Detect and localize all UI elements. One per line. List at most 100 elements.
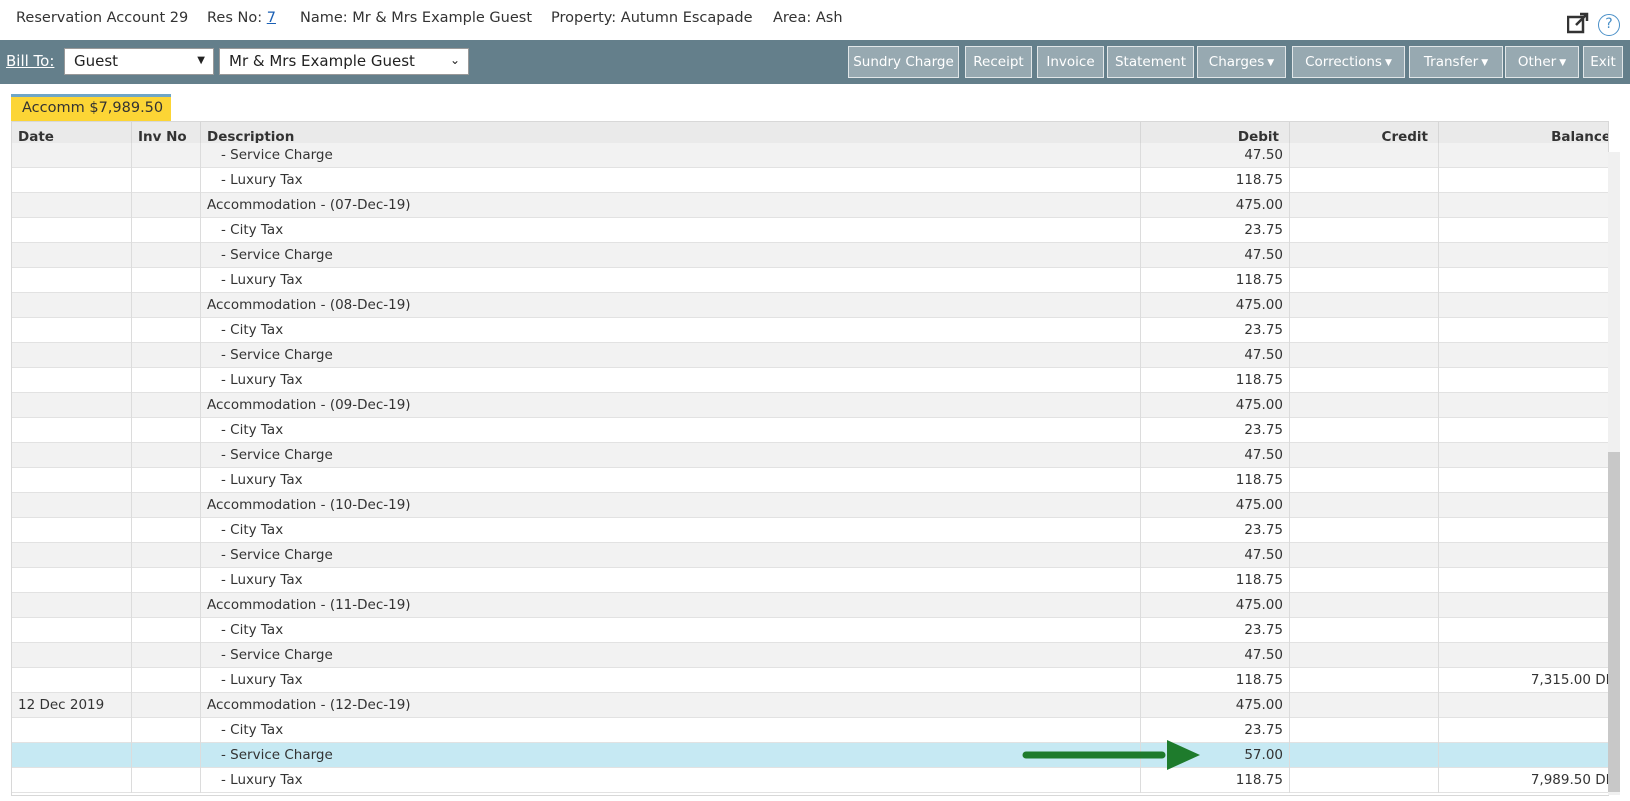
table-row[interactable]: - City Tax 23.75 — [12, 518, 1608, 543]
cell-credit — [1290, 243, 1439, 268]
toolbar-button-label: Transfer — [1423, 54, 1479, 70]
toolbar-button-other[interactable]: Other ▼ — [1505, 46, 1579, 78]
table-row[interactable]: - Service Charge 47.50 — [12, 543, 1608, 568]
toolbar-button-corrections[interactable]: Corrections ▼ — [1292, 46, 1405, 78]
toolbar-button-transfer[interactable]: Transfer ▼ — [1409, 46, 1503, 78]
help-icon[interactable]: ? — [1598, 14, 1620, 36]
cell-debit: 47.50 — [1141, 443, 1290, 468]
cell-date — [12, 393, 132, 418]
cell-credit — [1290, 718, 1439, 743]
cell-inv-no — [132, 243, 201, 268]
cell-inv-no — [132, 668, 201, 693]
chevron-down-icon: ▼ — [1481, 58, 1489, 68]
cell-description: - City Tax — [201, 718, 1141, 743]
table-row[interactable]: - City Tax 23.75 — [12, 218, 1608, 243]
cell-date — [12, 768, 132, 793]
res-no-link[interactable]: 7 — [267, 10, 276, 26]
cell-balance: 7,989.50 DR — [1439, 768, 1608, 793]
table-row[interactable]: - City Tax 23.75 — [12, 618, 1608, 643]
cell-description: - Service Charge — [201, 343, 1141, 368]
table-row[interactable]: Accommodation - (10-Dec-19) 475.00 — [12, 493, 1608, 518]
cell-date — [12, 468, 132, 493]
table-row[interactable]: - Luxury Tax 118.75 — [12, 468, 1608, 493]
cell-date — [12, 368, 132, 393]
cell-description: - Service Charge — [201, 643, 1141, 668]
property-name: Property: Autumn Escapade — [551, 10, 753, 26]
cell-date — [12, 293, 132, 318]
cell-credit — [1290, 193, 1439, 218]
toolbar-button-sundry-charge[interactable]: Sundry Charge — [848, 46, 959, 78]
cell-inv-no — [132, 218, 201, 243]
cell-inv-no — [132, 418, 201, 443]
cell-debit: 47.50 — [1141, 543, 1290, 568]
toolbar-button-charges[interactable]: Charges ▼ — [1197, 46, 1286, 78]
chevron-down-icon: ⌄ — [449, 53, 460, 67]
cell-inv-no — [132, 743, 201, 768]
toolbar-button-exit[interactable]: Exit — [1583, 46, 1623, 78]
table-row[interactable]: - Luxury Tax 118.75 — [12, 568, 1608, 593]
cell-credit — [1290, 593, 1439, 618]
table-row[interactable]: - City Tax 23.75 — [12, 418, 1608, 443]
table-row[interactable]: - Service Charge 47.50 — [12, 243, 1608, 268]
bill-to-name-select[interactable]: Mr & Mrs Example Guest ⌄ — [219, 48, 469, 75]
external-link-icon[interactable] — [1567, 12, 1589, 34]
cell-debit: 118.75 — [1141, 568, 1290, 593]
table-row[interactable]: - Service Charge 47.50 — [12, 143, 1608, 168]
toolbar-button-invoice[interactable]: Invoice — [1037, 46, 1104, 78]
cell-description: - City Tax — [201, 518, 1141, 543]
table-row[interactable]: - City Tax 23.75 — [12, 718, 1608, 743]
cell-inv-no — [132, 718, 201, 743]
table-row[interactable]: - Luxury Tax 118.75 — [12, 368, 1608, 393]
cell-date — [12, 593, 132, 618]
table-row[interactable]: 12 Dec 2019 Accommodation - (12-Dec-19) 47… — [12, 693, 1608, 718]
cell-date — [12, 418, 132, 443]
cell-inv-no — [132, 268, 201, 293]
cell-date — [12, 668, 132, 693]
table-row[interactable]: - Service Charge 57.00 — [12, 743, 1608, 768]
bill-to-type-select[interactable]: Guest ▼ — [64, 48, 214, 75]
bill-to-name-value: Mr & Mrs Example Guest — [229, 52, 415, 70]
cell-inv-no — [132, 568, 201, 593]
table-row[interactable]: Accommodation - (07-Dec-19) 475.00 — [12, 193, 1608, 218]
cell-inv-no — [132, 193, 201, 218]
cell-debit: 47.50 — [1141, 143, 1290, 168]
cell-description: - Luxury Tax — [201, 768, 1141, 793]
cell-balance — [1439, 418, 1608, 443]
chevron-down-icon: ▼ — [1559, 58, 1567, 68]
cell-inv-no — [132, 393, 201, 418]
tab-accomm[interactable]: Accomm $7,989.50 — [11, 94, 171, 121]
cell-balance — [1439, 468, 1608, 493]
toolbar: Bill To: Guest ▼ Mr & Mrs Example Guest … — [0, 40, 1630, 84]
scrollbar-thumb[interactable] — [1608, 452, 1620, 792]
cell-inv-no — [132, 168, 201, 193]
cell-date — [12, 618, 132, 643]
table-row[interactable]: Accommodation - (08-Dec-19) 475.00 — [12, 293, 1608, 318]
cell-date — [12, 143, 132, 168]
cell-balance — [1439, 493, 1608, 518]
table-row[interactable]: - Service Charge 47.50 — [12, 643, 1608, 668]
cell-inv-no — [132, 493, 201, 518]
bill-to-label[interactable]: Bill To: — [6, 52, 54, 70]
table-row[interactable]: - Service Charge 47.50 — [12, 443, 1608, 468]
table-row[interactable]: Accommodation - (11-Dec-19) 475.00 — [12, 593, 1608, 618]
table-row[interactable]: - Service Charge 47.50 — [12, 343, 1608, 368]
toolbar-button-label: Corrections — [1305, 54, 1382, 70]
cell-credit — [1290, 543, 1439, 568]
cell-balance — [1439, 193, 1608, 218]
cell-description: - City Tax — [201, 418, 1141, 443]
table-row[interactable]: - Luxury Tax 118.75 7,989.50 DR — [12, 768, 1608, 793]
cell-description: - Luxury Tax — [201, 468, 1141, 493]
cell-date — [12, 168, 132, 193]
toolbar-button-receipt[interactable]: Receipt — [965, 46, 1032, 78]
cell-balance — [1439, 268, 1608, 293]
table-scrollbar[interactable] — [1608, 152, 1620, 795]
table-row[interactable]: - Luxury Tax 118.75 — [12, 168, 1608, 193]
cell-date: 12 Dec 2019 — [12, 693, 132, 718]
cell-description: - Luxury Tax — [201, 668, 1141, 693]
table-row[interactable]: - Luxury Tax 118.75 7,315.00 DR — [12, 668, 1608, 693]
table-row[interactable]: Accommodation - (09-Dec-19) 475.00 — [12, 393, 1608, 418]
table-row[interactable]: - City Tax 23.75 — [12, 318, 1608, 343]
toolbar-button-statement[interactable]: Statement — [1107, 46, 1194, 78]
table-row[interactable]: - Luxury Tax 118.75 — [12, 268, 1608, 293]
res-no: Res No: 7 — [207, 10, 276, 26]
